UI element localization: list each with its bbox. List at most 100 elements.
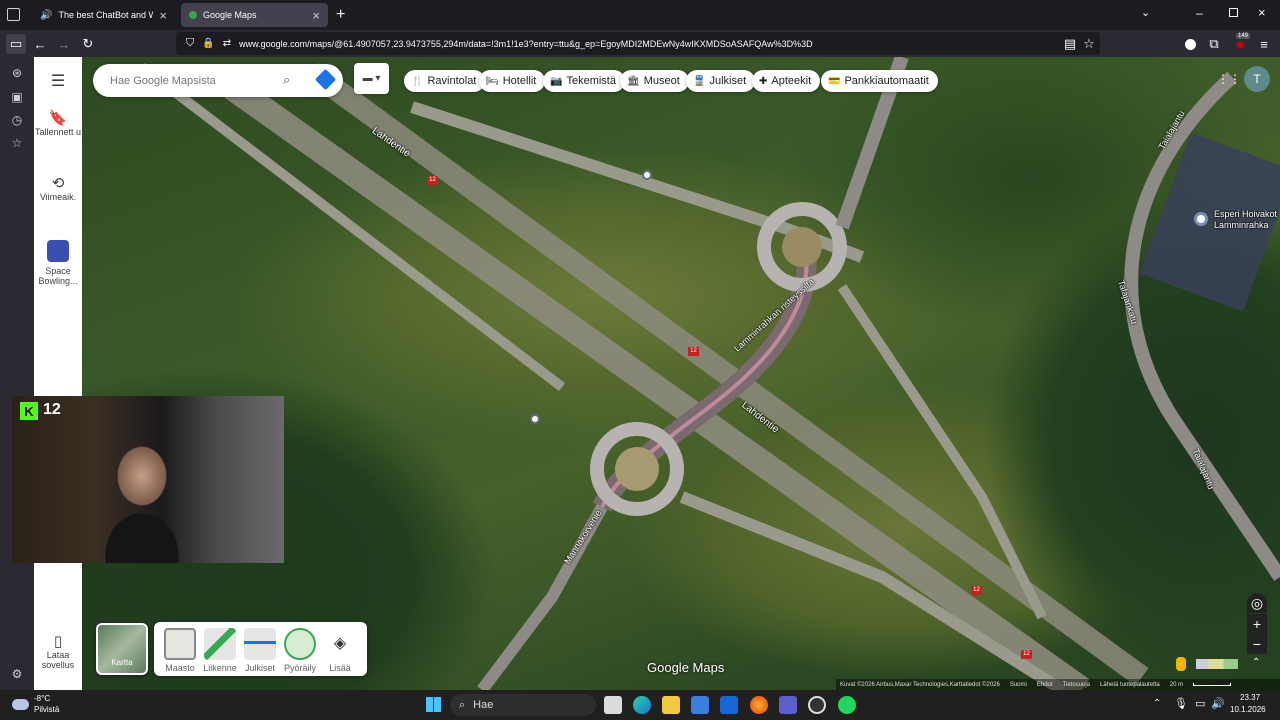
ai-chat-icon[interactable]: ⊛ — [9, 65, 25, 81]
layer-cycling[interactable]: Pyöräily — [282, 628, 318, 673]
chip-restaurants[interactable]: 🍴 Ravintolat — [404, 70, 486, 92]
chip-things-to-do[interactable]: 📷 Tekemistä — [543, 70, 625, 92]
weather-cloud-icon[interactable] — [12, 699, 29, 710]
map-type-label: Kartta — [111, 658, 133, 667]
saved-label: Tallennett u — [34, 127, 82, 137]
tab-list-icon[interactable] — [7, 8, 20, 21]
country-link[interactable]: Suomi — [1010, 682, 1027, 688]
file-explorer-icon[interactable] — [662, 696, 680, 714]
minimize-button[interactable]: – — [1196, 6, 1203, 20]
layer-traffic[interactable]: Liikenne — [202, 628, 238, 673]
feedback-link[interactable]: Lähetä tuotepalautetta — [1100, 682, 1160, 688]
firefox-icon[interactable] — [750, 696, 768, 714]
weather-temp[interactable]: -8°C — [34, 694, 50, 703]
avatar[interactable]: T — [1244, 66, 1270, 92]
route-12-shield: 12 — [427, 176, 438, 185]
url-bar[interactable]: ⛉ 🔒 ⇄ www.google.com/maps/@61.4907057,23… — [176, 32, 1100, 55]
bookmark-star-icon[interactable]: ☆ — [1079, 34, 1099, 54]
layer-more[interactable]: ◈ Lisää — [322, 628, 358, 673]
chip-transit[interactable]: 🚆 Julkiset — [686, 70, 756, 92]
bookmarks-icon[interactable]: ☆ — [9, 135, 25, 151]
history-icon[interactable]: ◷ — [9, 112, 25, 128]
maximize-button[interactable] — [1229, 8, 1238, 17]
microphone-icon[interactable]: 🎙 — [1174, 697, 1188, 710]
chevron-down-icon[interactable]: ⌄ — [1141, 6, 1150, 19]
google-maps-logo: Google Maps — [647, 660, 725, 675]
imagery-thumbnails[interactable] — [1196, 659, 1238, 669]
close-tab-icon[interactable]: × — [159, 8, 167, 23]
menu-icon[interactable]: ≡ — [1254, 34, 1274, 54]
category-keyboard-toggle[interactable]: ▬ ▾ — [354, 63, 389, 94]
atm-icon: 💳 — [828, 75, 841, 87]
extensions-icon[interactable]: ⧉ — [1204, 34, 1224, 54]
google-apps-icon[interactable]: ⋮⋮ — [1217, 72, 1241, 86]
clock-time[interactable]: 23.37 — [1240, 693, 1260, 702]
street-view-pegman-icon[interactable] — [1176, 657, 1186, 671]
recent-button[interactable]: ⟲ Viimeaik. — [34, 174, 82, 202]
reader-view-icon[interactable]: ▤ — [1060, 34, 1080, 54]
search-icon[interactable]: ⌕ — [283, 72, 290, 88]
bookmark-icon: 🔖 — [48, 110, 68, 127]
browser-tab-bar: 🔊 The best ChatBot and Widg × Google Map… — [0, 0, 1280, 30]
download-app-button[interactable]: ▯ Lataa sovellus — [34, 632, 82, 670]
spotify-icon[interactable] — [838, 696, 856, 714]
phone-icon: ▯ — [53, 633, 63, 650]
chip-pharmacies[interactable]: ✚ Apteekit — [752, 70, 821, 92]
task-view-icon[interactable] — [604, 696, 622, 714]
layer-terrain[interactable]: Maasto — [162, 628, 198, 673]
teams-icon[interactable] — [779, 696, 797, 714]
search-input[interactable] — [108, 73, 268, 88]
terrain-icon — [164, 628, 196, 660]
maps-search-box[interactable]: ⌕ — [93, 64, 343, 97]
new-tab-button[interactable]: + — [336, 6, 345, 24]
sidebar-settings-icon[interactable]: ⚙ — [9, 666, 25, 682]
edge-icon[interactable] — [633, 696, 651, 714]
place-pin-icon[interactable] — [1194, 212, 1208, 226]
forward-button[interactable]: → — [54, 34, 74, 54]
sidebar-toggle-icon[interactable]: ▭ — [6, 34, 26, 54]
chip-museums[interactable]: 🏛 Museot — [620, 70, 689, 92]
store-icon[interactable] — [691, 696, 709, 714]
clock-date[interactable]: 10.1.2026 — [1230, 705, 1266, 714]
terms-link[interactable]: Ehdot — [1037, 682, 1053, 688]
chip-hotels[interactable]: 🛏 Hotellit — [479, 70, 546, 92]
taskbar-search[interactable]: ⌕ Hae — [450, 694, 596, 716]
layer-label: Liikenne — [203, 663, 237, 673]
weather-desc[interactable]: Pilvistä — [34, 705, 59, 714]
layer-transit[interactable]: Julkiset — [242, 628, 278, 673]
mail-icon[interactable] — [720, 696, 738, 714]
expand-up-icon[interactable]: ⌃ — [1252, 657, 1260, 668]
chip-atms[interactable]: 💳 Pankkiautomaatit — [821, 70, 938, 92]
zoom-out-button[interactable]: − — [1247, 634, 1267, 654]
map-type-toggle[interactable]: Kartta — [96, 623, 148, 675]
satellite-map[interactable]: Lahdentie Lahdentie Lamminrahkan risteys… — [82, 57, 1280, 690]
place-label-esperi[interactable]: Esperi Hoivakot Lamminrahka — [1214, 209, 1280, 231]
account-icon[interactable] — [1180, 34, 1200, 54]
pinned-place-button[interactable]: Space Bowling... — [34, 240, 82, 286]
history-icon: ⟲ — [51, 175, 65, 192]
privacy-link[interactable]: Tietosuoja — [1063, 682, 1090, 688]
saved-button[interactable]: 🔖 Tallennett u — [34, 109, 82, 137]
network-icon[interactable]: ▭ — [1195, 697, 1205, 710]
menu-button[interactable]: ☰ — [34, 71, 82, 91]
tab-google-maps[interactable]: Google Maps × — [181, 3, 328, 27]
my-location-button[interactable]: ◎ — [1247, 593, 1267, 613]
zoom-in-button[interactable]: + — [1247, 614, 1267, 634]
close-window-button[interactable]: × — [1258, 5, 1266, 20]
transit-stop-icon[interactable] — [642, 170, 652, 180]
back-button[interactable]: ← — [30, 34, 50, 54]
permissions-icon: ⇄ — [222, 38, 232, 49]
windows-start-icon[interactable] — [426, 697, 441, 712]
tray-chevron-icon[interactable]: ⌃ — [1153, 698, 1161, 709]
imagery-credit: Kuvat ©2026 Airbus,Maxar Technologies,Ka… — [840, 681, 1000, 688]
tab-chatbot[interactable]: 🔊 The best ChatBot and Widg × — [32, 3, 175, 27]
reload-button[interactable]: ↻ — [78, 34, 98, 54]
volume-icon[interactable]: 🔊 — [1211, 697, 1225, 710]
transit-layer-icon — [244, 628, 276, 660]
synced-tabs-icon[interactable]: ▣ — [9, 89, 25, 105]
obs-icon[interactable] — [808, 696, 826, 714]
close-tab-icon[interactable]: × — [312, 8, 320, 23]
bed-icon: 🛏 — [486, 75, 499, 87]
transit-stop-icon[interactable] — [530, 414, 540, 424]
directions-icon[interactable] — [314, 68, 337, 91]
